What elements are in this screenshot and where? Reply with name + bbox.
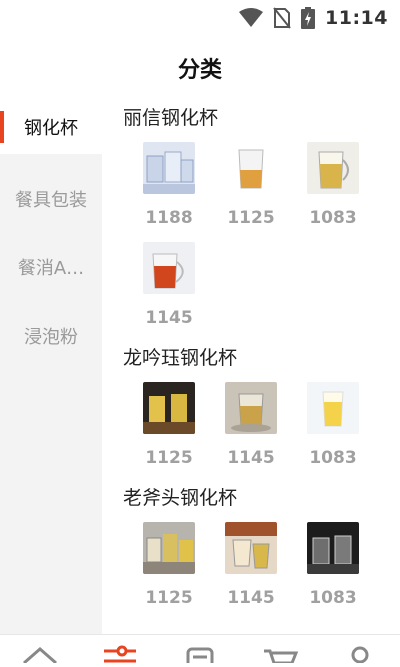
section-title: 老斧头钢化杯 <box>123 487 238 509</box>
product-item[interactable]: 1083 <box>292 136 374 236</box>
product-count: 1125 <box>227 208 275 228</box>
product-image <box>307 142 359 194</box>
product-item[interactable]: 1145 <box>210 516 292 616</box>
profile-icon <box>340 643 380 664</box>
product-item[interactable]: 1145 <box>128 236 210 336</box>
product-grid: 1125 1145 1083 <box>102 516 400 616</box>
product-count: 1083 <box>309 588 357 608</box>
sidebar-item-label: 浸泡粉 <box>24 327 78 348</box>
product-image <box>225 382 277 434</box>
page-title: 分类 <box>177 58 222 83</box>
bottom-tab-bar <box>0 634 400 667</box>
product-grid: 1188 1125 1083 1145 <box>102 136 400 336</box>
tab-home[interactable] <box>0 635 80 665</box>
product-count: 1083 <box>309 208 357 228</box>
product-item[interactable]: 1083 <box>292 376 374 476</box>
product-item[interactable]: 1188 <box>128 136 210 236</box>
product-item[interactable]: 1125 <box>128 376 210 476</box>
product-count: 1188 <box>145 208 193 228</box>
product-count: 1125 <box>145 588 193 608</box>
product-item[interactable]: 1145 <box>210 376 292 476</box>
product-image <box>225 142 277 194</box>
product-list: 丽信钢化杯 1188 1125 1083 1145 龙吟珏钢化杯 1125 11… <box>102 100 400 634</box>
product-image <box>225 522 277 574</box>
product-item[interactable]: 1083 <box>292 516 374 616</box>
home-icon <box>20 643 60 665</box>
page-header: 分类 <box>0 36 400 100</box>
sidebar-item-label: 餐消A… <box>17 258 85 279</box>
orders-icon <box>180 643 220 667</box>
category-icon <box>100 643 140 663</box>
tab-cart[interactable] <box>240 635 320 665</box>
product-count: 1125 <box>145 448 193 468</box>
product-count: 1145 <box>227 588 275 608</box>
tab-profile[interactable] <box>320 635 400 664</box>
product-item[interactable]: 1125 <box>128 516 210 616</box>
product-image <box>143 522 195 574</box>
sidebar-item-label: 钢化杯 <box>24 118 78 139</box>
battery-charging-icon <box>301 7 316 29</box>
product-image <box>307 522 359 574</box>
category-sidebar: 钢化杯 餐具包装 餐消A… 浸泡粉 <box>0 100 102 634</box>
wifi-icon <box>239 8 264 28</box>
tab-category[interactable] <box>80 635 160 663</box>
section-title: 丽信钢化杯 <box>123 107 219 129</box>
product-image <box>143 142 195 194</box>
tab-orders[interactable] <box>160 635 240 667</box>
sidebar-item-soak-powder[interactable]: 浸泡粉 <box>0 290 102 382</box>
product-count: 1145 <box>145 308 193 328</box>
product-count: 1145 <box>227 448 275 468</box>
product-item[interactable]: 1125 <box>210 136 292 236</box>
sidebar-item-label: 餐具包装 <box>15 190 87 211</box>
product-image <box>143 382 195 434</box>
active-indicator <box>0 111 4 143</box>
cart-icon <box>260 643 300 665</box>
sidebar-item-tableware-pack[interactable]: 餐具包装 <box>0 154 102 244</box>
product-grid: 1125 1145 1083 <box>102 376 400 476</box>
sidebar-item-dish-disinfect[interactable]: 餐消A… <box>0 244 102 290</box>
sidebar-item-tempered-cup[interactable]: 钢化杯 <box>0 100 102 154</box>
status-time: 11:14 <box>325 7 388 29</box>
status-bar: 11:14 <box>0 0 400 36</box>
no-sim-icon <box>273 7 291 29</box>
product-image <box>307 382 359 434</box>
product-count: 1083 <box>309 448 357 468</box>
product-image <box>143 242 195 294</box>
section-title: 龙吟珏钢化杯 <box>123 347 238 369</box>
